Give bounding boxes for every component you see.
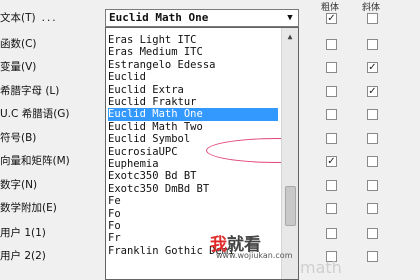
style-checkbox[interactable] (326, 133, 337, 144)
font-list-item[interactable]: Fo (108, 208, 278, 220)
style-label: U.C 希腊语(G) (0, 106, 104, 123)
style-checkbox[interactable] (326, 109, 337, 120)
style-label-text: 希腊字母 (L) (0, 85, 60, 97)
style-checkbox[interactable] (326, 62, 337, 73)
style-label: 数字(N) (0, 177, 104, 194)
style-checkbox[interactable] (367, 251, 378, 262)
style-checkbox[interactable]: ✓ (367, 86, 378, 97)
style-label: 符号(B) (0, 130, 104, 147)
style-label-text: 数学附加(E) (0, 202, 57, 214)
font-list-item[interactable]: Euclid Math One (108, 108, 278, 121)
style-checkbox[interactable] (367, 156, 378, 167)
style-checkbox[interactable] (326, 228, 337, 239)
style-checkbox[interactable]: ✓ (326, 13, 337, 24)
style-label: 希腊字母 (L) (0, 83, 104, 100)
font-list-item[interactable]: Eras Medium ITC (108, 46, 278, 58)
font-list-item[interactable]: Euclid Fraktur (108, 96, 278, 108)
font-list-item[interactable]: Euclid Extra (108, 84, 278, 96)
font-list-item[interactable]: Euclid (108, 71, 278, 83)
style-label: 数学附加(E) (0, 200, 104, 217)
font-list-item[interactable]: Exotc350 Bd BT (108, 170, 278, 182)
style-label: 用户 1(1) (0, 225, 104, 242)
style-checkbox[interactable] (326, 180, 337, 191)
style-label: 变量(V) (0, 59, 104, 76)
style-checkbox[interactable] (367, 39, 378, 50)
style-label: 用户 2(2) (0, 248, 104, 265)
font-combo[interactable]: Euclid Math One ▼ (105, 9, 299, 27)
style-label: 文本(T)... (0, 10, 104, 27)
style-checkbox[interactable] (367, 133, 378, 144)
style-checkbox[interactable]: ✓ (326, 156, 337, 167)
style-checkbox[interactable] (367, 203, 378, 214)
scroll-thumb[interactable] (285, 186, 296, 226)
style-label-text: 函数(C) (0, 38, 37, 50)
font-list-item[interactable]: Eras Light ITC (108, 34, 278, 46)
style-checkbox[interactable] (367, 109, 378, 120)
style-checkbox[interactable] (367, 180, 378, 191)
style-checkbox[interactable]: ✓ (367, 62, 378, 73)
style-checkbox[interactable] (367, 13, 378, 24)
style-label: 向量和矩阵(M) (0, 153, 104, 170)
style-label-text: 文本(T) (0, 12, 36, 24)
scroll-up-icon[interactable]: ▲ (282, 28, 298, 44)
chevron-down-icon[interactable]: ▼ (282, 10, 298, 26)
style-checkbox[interactable] (326, 86, 337, 97)
col-header-italic: 斜体 (362, 3, 381, 13)
style-checkbox[interactable] (326, 39, 337, 50)
style-label-text: U.C 希腊语(G) (0, 108, 70, 120)
style-checkbox[interactable] (367, 228, 378, 239)
style-label-text: 向量和矩阵(M) (0, 155, 70, 167)
font-list-item[interactable]: Exotc350 DmBd BT (108, 183, 278, 195)
font-list-item[interactable]: Estrangelo Edessa (108, 59, 278, 71)
font-list-item[interactable]: Fe (108, 195, 278, 207)
style-label-text: 符号(B) (0, 132, 37, 144)
style-label-text: 变量(V) (0, 61, 37, 73)
font-combo-value: Euclid Math One (109, 11, 209, 24)
font-list-item[interactable]: Euclid Symbol (108, 133, 278, 145)
background-text: math (300, 258, 342, 277)
watermark-url: www.wojiukan.com (216, 251, 293, 260)
style-label-text: 数字(N) (0, 179, 38, 191)
font-list-item[interactable]: Euphemia (108, 158, 278, 170)
style-label: 函数(C) (0, 36, 104, 53)
label-dots: ... (41, 12, 58, 24)
style-label-text: 用户 2(2) (0, 250, 46, 262)
font-list-item[interactable]: Euclid Math Two (108, 121, 278, 133)
style-checkbox[interactable] (326, 203, 337, 214)
col-header-bold: 粗体 (321, 3, 340, 13)
font-list-item[interactable]: EucrosiaUPC (108, 146, 278, 158)
style-label-text: 用户 1(1) (0, 227, 46, 239)
